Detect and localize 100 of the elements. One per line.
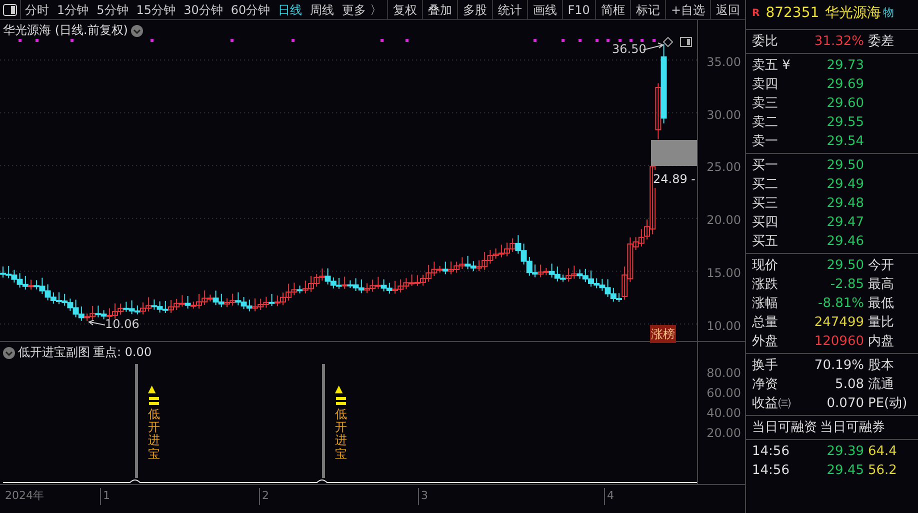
trade-time: 14:56 (752, 442, 790, 461)
quote-label: 最低 (868, 294, 894, 313)
axis-label: 10.00 (706, 318, 741, 335)
axis-label: 1 (100, 488, 110, 504)
quote-value: -8.81% (817, 294, 865, 313)
quote-value: 0.070 (826, 394, 865, 413)
current-price-label: 24.89 - (653, 170, 696, 188)
toolbar-button[interactable]: +自选 (664, 0, 710, 19)
quote-value: 70.19% (813, 356, 865, 375)
trade-time: 14:56 (752, 462, 790, 480)
quote-value: 29.50 (826, 256, 865, 275)
axis-label: 40.00 (706, 405, 741, 422)
low-price-label: 10.06 (105, 316, 140, 333)
stock-code: 872351 (766, 4, 820, 23)
cut-off-label: 物 (883, 5, 894, 22)
double-bar-icon (149, 397, 159, 406)
axis-label: 3 (418, 488, 428, 504)
period-tab[interactable]: 分时 (20, 0, 53, 19)
axis-label: 25.00 (706, 159, 741, 176)
signal-label: 低开进宝 (335, 408, 347, 461)
quote-label: 委比 (752, 32, 779, 51)
signal-label: 低开进宝 (148, 408, 160, 461)
quote-label: 股本 (868, 356, 894, 375)
period-tab[interactable]: 60分钟 (226, 0, 274, 19)
quote-label: 买四 (752, 214, 779, 232)
axis-label: 4 (604, 488, 614, 504)
trade-volume: 56.2 (868, 462, 897, 480)
period-tab[interactable]: 30分钟 (180, 0, 227, 19)
leader-line (88, 320, 106, 328)
double-bar-icon (336, 397, 346, 406)
quote-label: 涨幅 (752, 294, 779, 313)
axis-label: 60.00 (706, 385, 741, 402)
quote-label: 流通 (868, 376, 894, 394)
quote-label: 量比 (868, 314, 894, 332)
period-tab[interactable]: 更多 〉 (338, 0, 386, 19)
high-price-label: 36.50 (612, 41, 646, 58)
quote-label: 内盘 (868, 332, 894, 351)
quote-value: 5.08 (834, 376, 865, 394)
quote-value: 31.32% (813, 32, 865, 51)
signal-arrow: ▲ (335, 383, 343, 397)
quote-value: -2.85 (829, 276, 865, 294)
quote-value: 29.54 (826, 132, 865, 151)
quote-label: 收益㈢ (752, 394, 792, 413)
ranking-tag: 涨榜 (650, 325, 676, 343)
axis-label: 80.00 (706, 365, 741, 382)
toolbar-button[interactable]: 复权 (386, 0, 422, 19)
quote-label: 买五 (752, 232, 779, 251)
quote-label: 卖三 (752, 94, 779, 113)
quote-value: 247499 (813, 314, 865, 332)
quote-label: 涨跌 (752, 276, 779, 294)
quote-value: 29.73 (826, 56, 865, 75)
period-tab[interactable]: 日线 (274, 0, 306, 19)
toolbar-button[interactable]: F10 (562, 0, 595, 19)
trade-price: 29.39 (826, 442, 865, 461)
axis-label: 2024年 (4, 488, 44, 504)
quote-label: 净资 (752, 376, 779, 394)
quote-value: 29.55 (826, 114, 865, 132)
period-tab[interactable]: 周线 (306, 0, 338, 19)
quote-label: 买三 (752, 194, 779, 213)
toolbar-button[interactable]: 多股 (456, 0, 492, 19)
axis-label: 30.00 (706, 106, 741, 124)
diamond-icon[interactable] (663, 37, 673, 47)
axis-label: 20.00 (706, 425, 741, 442)
quote-value: 29.48 (826, 194, 865, 213)
quote-label: 换手 (752, 356, 779, 375)
quote-label: 卖四 (752, 76, 779, 94)
period-tab[interactable]: 15分钟 (132, 0, 180, 19)
toolbar-button[interactable]: 简框 (594, 0, 630, 19)
quote-label: 买二 (752, 176, 779, 194)
quote-value: 29.47 (826, 214, 865, 232)
quote-value: 120960 (813, 332, 865, 351)
period-tab[interactable]: 1分钟 (53, 0, 93, 19)
trade-price: 29.45 (826, 462, 865, 480)
panel-icon[interactable] (680, 37, 692, 47)
margin-header: 当日可融券 (820, 418, 885, 437)
quote-label: 卖一 (752, 132, 779, 151)
quote-value: 29.46 (826, 232, 865, 251)
axis-label: 2 (259, 488, 269, 504)
stock-name: 华光源海 (825, 4, 882, 23)
axis-label: 20.00 (706, 212, 741, 230)
period-tab[interactable]: 5分钟 (92, 0, 132, 19)
quote-value: 29.49 (826, 176, 865, 194)
toolbar-button[interactable]: 叠加 (422, 0, 457, 19)
indicator-value: 重点: 0.00 (93, 344, 152, 361)
quote-label: 最高 (868, 276, 894, 294)
price-highlight (651, 140, 697, 166)
quote-label: PE(动) (868, 394, 908, 413)
quote-label: 总量 (752, 314, 779, 332)
quote-label: 卖五 ¥ (752, 56, 792, 75)
quote-label: 买一 (752, 156, 779, 175)
quote-label: 外盘 (752, 332, 779, 351)
toolbar-button[interactable]: 返回 (710, 0, 745, 19)
chart-title: 华光源海 (日线.前复权) (3, 22, 128, 39)
toolbar-button[interactable]: 统计 (492, 0, 527, 19)
quote-value: 29.60 (826, 94, 865, 113)
toolbar-button[interactable]: 画线 (526, 0, 562, 19)
signal-arrow: ▲ (148, 383, 156, 397)
quote-label: 现价 (752, 256, 779, 275)
indicator-title: 低开进宝副图 (18, 344, 90, 361)
toolbar-button[interactable]: 标记 (630, 0, 665, 19)
